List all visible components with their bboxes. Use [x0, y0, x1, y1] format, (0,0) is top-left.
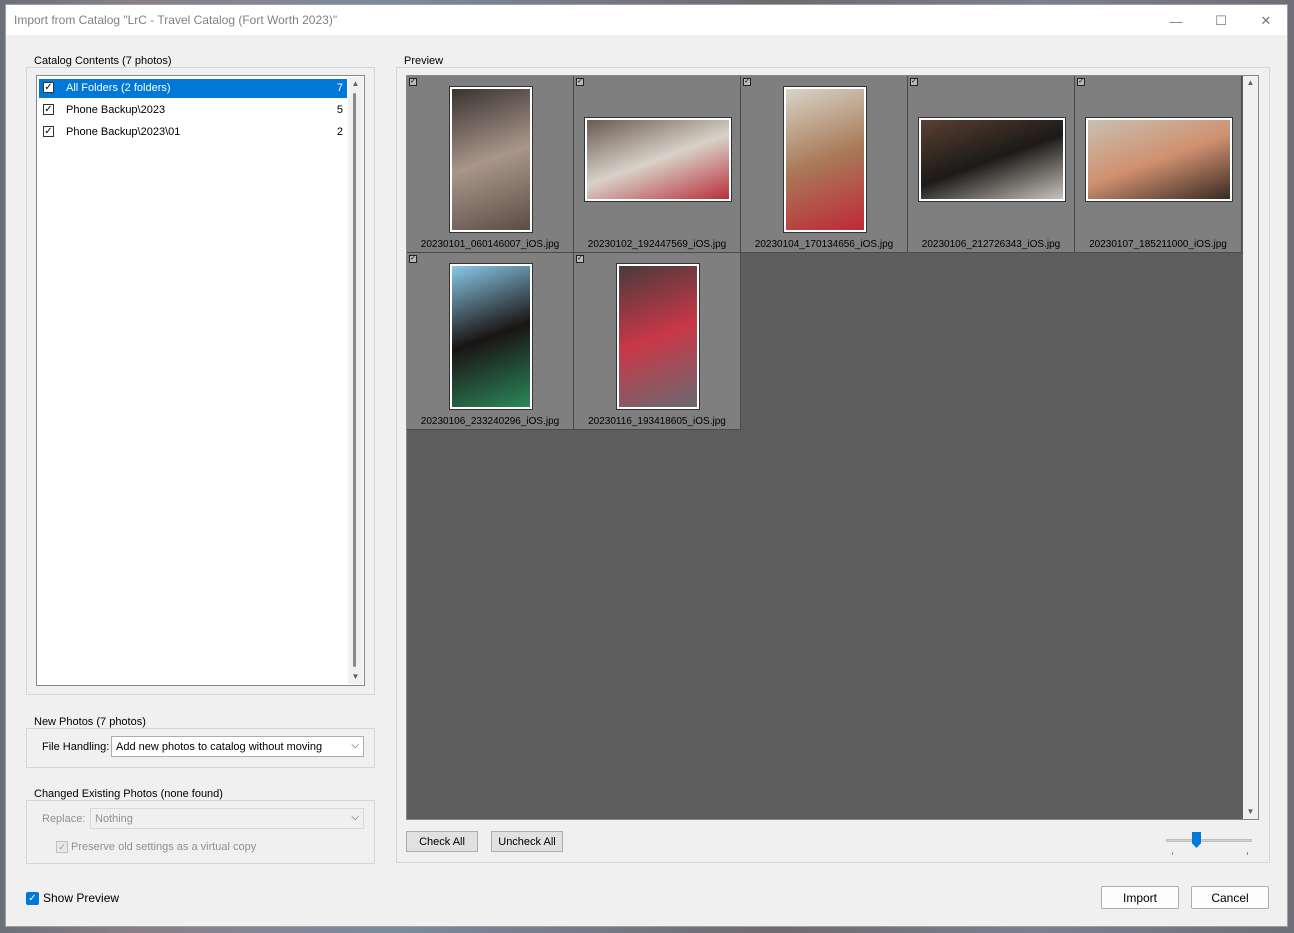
- folder-count: 7: [336, 82, 343, 94]
- folder-label: Phone Backup\2023\01: [66, 126, 181, 138]
- photo-cell[interactable]: ✓ 20230106_212726343_iOS.jpg: [908, 76, 1075, 253]
- preserve-checkbox: ✓: [56, 841, 68, 853]
- file-handling-select[interactable]: Add new photos to catalog without moving…: [111, 736, 364, 757]
- preview-scrollbar[interactable]: ▲ ▼: [1243, 76, 1258, 819]
- file-handling-label: File Handling:: [42, 741, 110, 753]
- scroll-thumb[interactable]: [353, 93, 356, 667]
- folder-label: Phone Backup\2023: [66, 104, 166, 116]
- folder-checkbox[interactable]: ✓: [43, 82, 54, 93]
- new-photos-label: New Photos (7 photos): [32, 716, 148, 728]
- scroll-up-icon[interactable]: ▲: [1243, 76, 1258, 90]
- photo-checkbox[interactable]: ✓: [409, 255, 417, 263]
- replace-label: Replace:: [42, 813, 86, 825]
- show-preview-label: Show Preview: [43, 891, 120, 905]
- photo-thumbnail: [450, 87, 532, 232]
- slider-tick: [1247, 852, 1248, 855]
- cancel-button[interactable]: Cancel: [1191, 886, 1269, 909]
- photo-checkbox[interactable]: ✓: [576, 78, 584, 86]
- import-button[interactable]: Import: [1101, 886, 1179, 909]
- window-title: Import from Catalog "LrC - Travel Catalo…: [14, 13, 338, 27]
- scroll-up-icon[interactable]: ▲: [348, 77, 363, 91]
- replace-value: Nothing: [95, 813, 133, 825]
- photo-filename: 20230106_212726343_iOS.jpg: [921, 239, 1061, 250]
- preserve-label: Preserve old settings as a virtual copy: [71, 841, 257, 853]
- chevron-down-icon: ⌵: [351, 812, 359, 823]
- folder-list-scrollbar[interactable]: ▲ ▼: [348, 77, 363, 684]
- catalog-contents-label: Catalog Contents (7 photos): [32, 55, 174, 67]
- photo-filename: 20230101_060146007_iOS.jpg: [420, 239, 560, 250]
- folder-row[interactable]: ✓ Phone Backup\2023 5: [39, 101, 347, 120]
- scroll-down-icon[interactable]: ▼: [1243, 805, 1258, 819]
- photo-cell[interactable]: ✓ 20230104_170134656_iOS.jpg: [741, 76, 908, 253]
- folder-list[interactable]: ▲ ▼ ✓ All Folders (2 folders) 7 ✓ Phone Back…: [36, 75, 365, 686]
- folder-row[interactable]: ✓ Phone Backup\2023\01 2: [39, 123, 347, 142]
- maximize-icon[interactable]: ☐: [1203, 9, 1239, 33]
- show-preview-checkbox[interactable]: ✓: [26, 892, 39, 905]
- folder-count: 2: [336, 126, 343, 138]
- photo-checkbox[interactable]: ✓: [1077, 78, 1085, 86]
- photo-cell[interactable]: ✓ 20230102_192447569_iOS.jpg: [574, 76, 741, 253]
- photo-cell[interactable]: ✓ 20230106_233240296_iOS.jpg: [407, 253, 574, 430]
- title-bar: Import from Catalog "LrC - Travel Catalo…: [6, 5, 1287, 35]
- changed-photos-label: Changed Existing Photos (none found): [32, 788, 225, 800]
- photo-cell[interactable]: ✓ 20230116_193418605_iOS.jpg: [574, 253, 741, 430]
- photo-thumbnail: [617, 264, 699, 409]
- photo-thumbnail: [1086, 118, 1232, 201]
- uncheck-all-button[interactable]: Uncheck All: [491, 831, 563, 852]
- minimize-icon[interactable]: —: [1158, 9, 1194, 33]
- photo-thumbnail: [784, 87, 866, 232]
- slider-tick: [1172, 852, 1173, 855]
- photo-filename: 20230106_233240296_iOS.jpg: [420, 416, 560, 427]
- file-handling-value: Add new photos to catalog without moving: [116, 741, 323, 753]
- photo-filename: 20230116_193418605_iOS.jpg: [588, 416, 726, 427]
- photo-checkbox[interactable]: ✓: [743, 78, 751, 86]
- photo-thumbnail: [585, 118, 731, 201]
- preview-label: Preview: [402, 55, 446, 67]
- photo-filename: 20230102_192447569_iOS.jpg: [587, 239, 727, 250]
- photo-thumbnail: [450, 264, 532, 409]
- photo-checkbox[interactable]: ✓: [910, 78, 918, 86]
- import-from-catalog-dialog: Import from Catalog "LrC - Travel Catalo…: [5, 4, 1288, 927]
- photo-checkbox[interactable]: ✓: [409, 78, 417, 86]
- photo-thumbnail: [919, 118, 1065, 201]
- folder-row[interactable]: ✓ All Folders (2 folders) 7: [39, 79, 347, 98]
- chevron-down-icon: ⌵: [351, 740, 359, 751]
- replace-select: Nothing ⌵: [90, 808, 364, 829]
- preview-grid[interactable]: ✓ 20230116_193418605_iOS.jpg ✓ 20230106_233…: [406, 75, 1259, 820]
- folder-checkbox[interactable]: ✓: [43, 104, 54, 115]
- photo-cell[interactable]: ✓ 20230101_060146007_iOS.jpg: [407, 76, 574, 253]
- photo-filename: 20230107_185211000_iOS.jpg: [1089, 239, 1227, 250]
- check-all-button[interactable]: Check All: [406, 831, 478, 852]
- photo-filename: 20230104_170134656_iOS.jpg: [754, 239, 894, 250]
- close-icon[interactable]: ✕: [1248, 9, 1284, 33]
- folder-checkbox[interactable]: ✓: [43, 126, 54, 137]
- photo-checkbox[interactable]: ✓: [576, 255, 584, 263]
- folder-count: 5: [336, 104, 343, 116]
- thumbnail-size-slider-track[interactable]: [1166, 839, 1252, 842]
- scroll-down-icon[interactable]: ▼: [348, 670, 363, 684]
- photo-cell[interactable]: ✓ 20230107_185211000_iOS.jpg: [1075, 76, 1242, 253]
- folder-label: All Folders (2 folders): [66, 82, 171, 94]
